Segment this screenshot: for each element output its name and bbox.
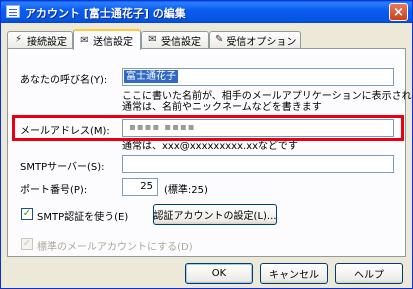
cancel-button[interactable]: キャンセル — [260, 263, 328, 284]
email-field[interactable]: ▪▪▪▪ ▪▪▪▪ — [122, 119, 394, 137]
send-icon: ✉ — [80, 34, 89, 46]
name-label: あなたの呼び名(Y): — [20, 75, 108, 86]
tab-receive-options[interactable]: ✎ 受信オプション — [209, 31, 301, 48]
app-icon — [6, 5, 20, 18]
title-bar[interactable]: アカウント [富士通花子] の編集 × — [1, 1, 412, 23]
port-value: 25 — [140, 181, 153, 192]
tab-send[interactable]: ✉ 送信設定 — [73, 29, 141, 50]
check-icon: ✓ — [22, 238, 32, 249]
tab-label: 送信設定 — [93, 37, 133, 48]
name-field[interactable]: 富士通花子 — [122, 68, 394, 86]
smtp-server-label: SMTPサーバー(S): — [20, 162, 105, 173]
tab-label: 接続設定 — [27, 36, 67, 48]
connection-icon: ⚡ — [14, 34, 23, 45]
tab-receive[interactable]: ✉ 受信設定 — [141, 31, 209, 48]
window-title: アカウント [富士通花子] の編集 — [25, 7, 186, 20]
name-value: 富士通花子 — [124, 70, 178, 83]
auth-account-settings-button[interactable]: 認証アカウントの設定(L)... — [153, 204, 277, 225]
tab-connection[interactable]: ⚡ 接続設定 — [7, 31, 73, 48]
account-edit-dialog: アカウント [富士通花子] の編集 × ⚡ 接続設定 ✉ 送信設定 ✉ 受信設定… — [0, 0, 413, 289]
port-label: ポート番号(P): — [20, 185, 88, 196]
close-button[interactable]: × — [389, 3, 408, 21]
email-value: ▪▪▪▪ ▪▪▪▪ — [129, 122, 196, 133]
name-help-text-2: 通常は、名前やニックネームなどを書きます — [122, 102, 322, 113]
tab-label: 受信オプション — [226, 36, 297, 48]
tab-label: 受信設定 — [161, 36, 201, 48]
close-icon: × — [393, 4, 404, 20]
email-help-text: 通常は、xxx@xxxxxxxxx.xxなどです — [122, 141, 298, 152]
wrench-icon: ✎ — [215, 34, 224, 45]
smtp-auth-label: SMTP認証を使う(E) — [37, 212, 129, 223]
default-account-label: 標準のメールアカウントにする(D) — [37, 242, 193, 253]
help-button[interactable]: ヘルプ — [335, 263, 403, 284]
port-default-note: (標準:25) — [164, 185, 208, 196]
check-icon: ✓ — [22, 208, 32, 219]
smtp-auth-checkbox[interactable]: ✓ — [21, 208, 33, 220]
ok-button[interactable]: OK — [185, 263, 253, 284]
port-field[interactable]: 25 — [122, 178, 158, 196]
name-help-text-1: ここに書いた名前が、相手のメールアプリケーションに表示されます — [122, 91, 413, 102]
default-account-checkbox[interactable]: ✓ — [21, 238, 33, 250]
receive-icon: ✉ — [148, 34, 157, 45]
tab-strip: ⚡ 接続設定 ✉ 送信設定 ✉ 受信設定 ✎ 受信オプション — [7, 29, 407, 50]
email-label: メールアドレス(M): — [20, 126, 110, 137]
smtp-server-field[interactable] — [122, 155, 394, 173]
